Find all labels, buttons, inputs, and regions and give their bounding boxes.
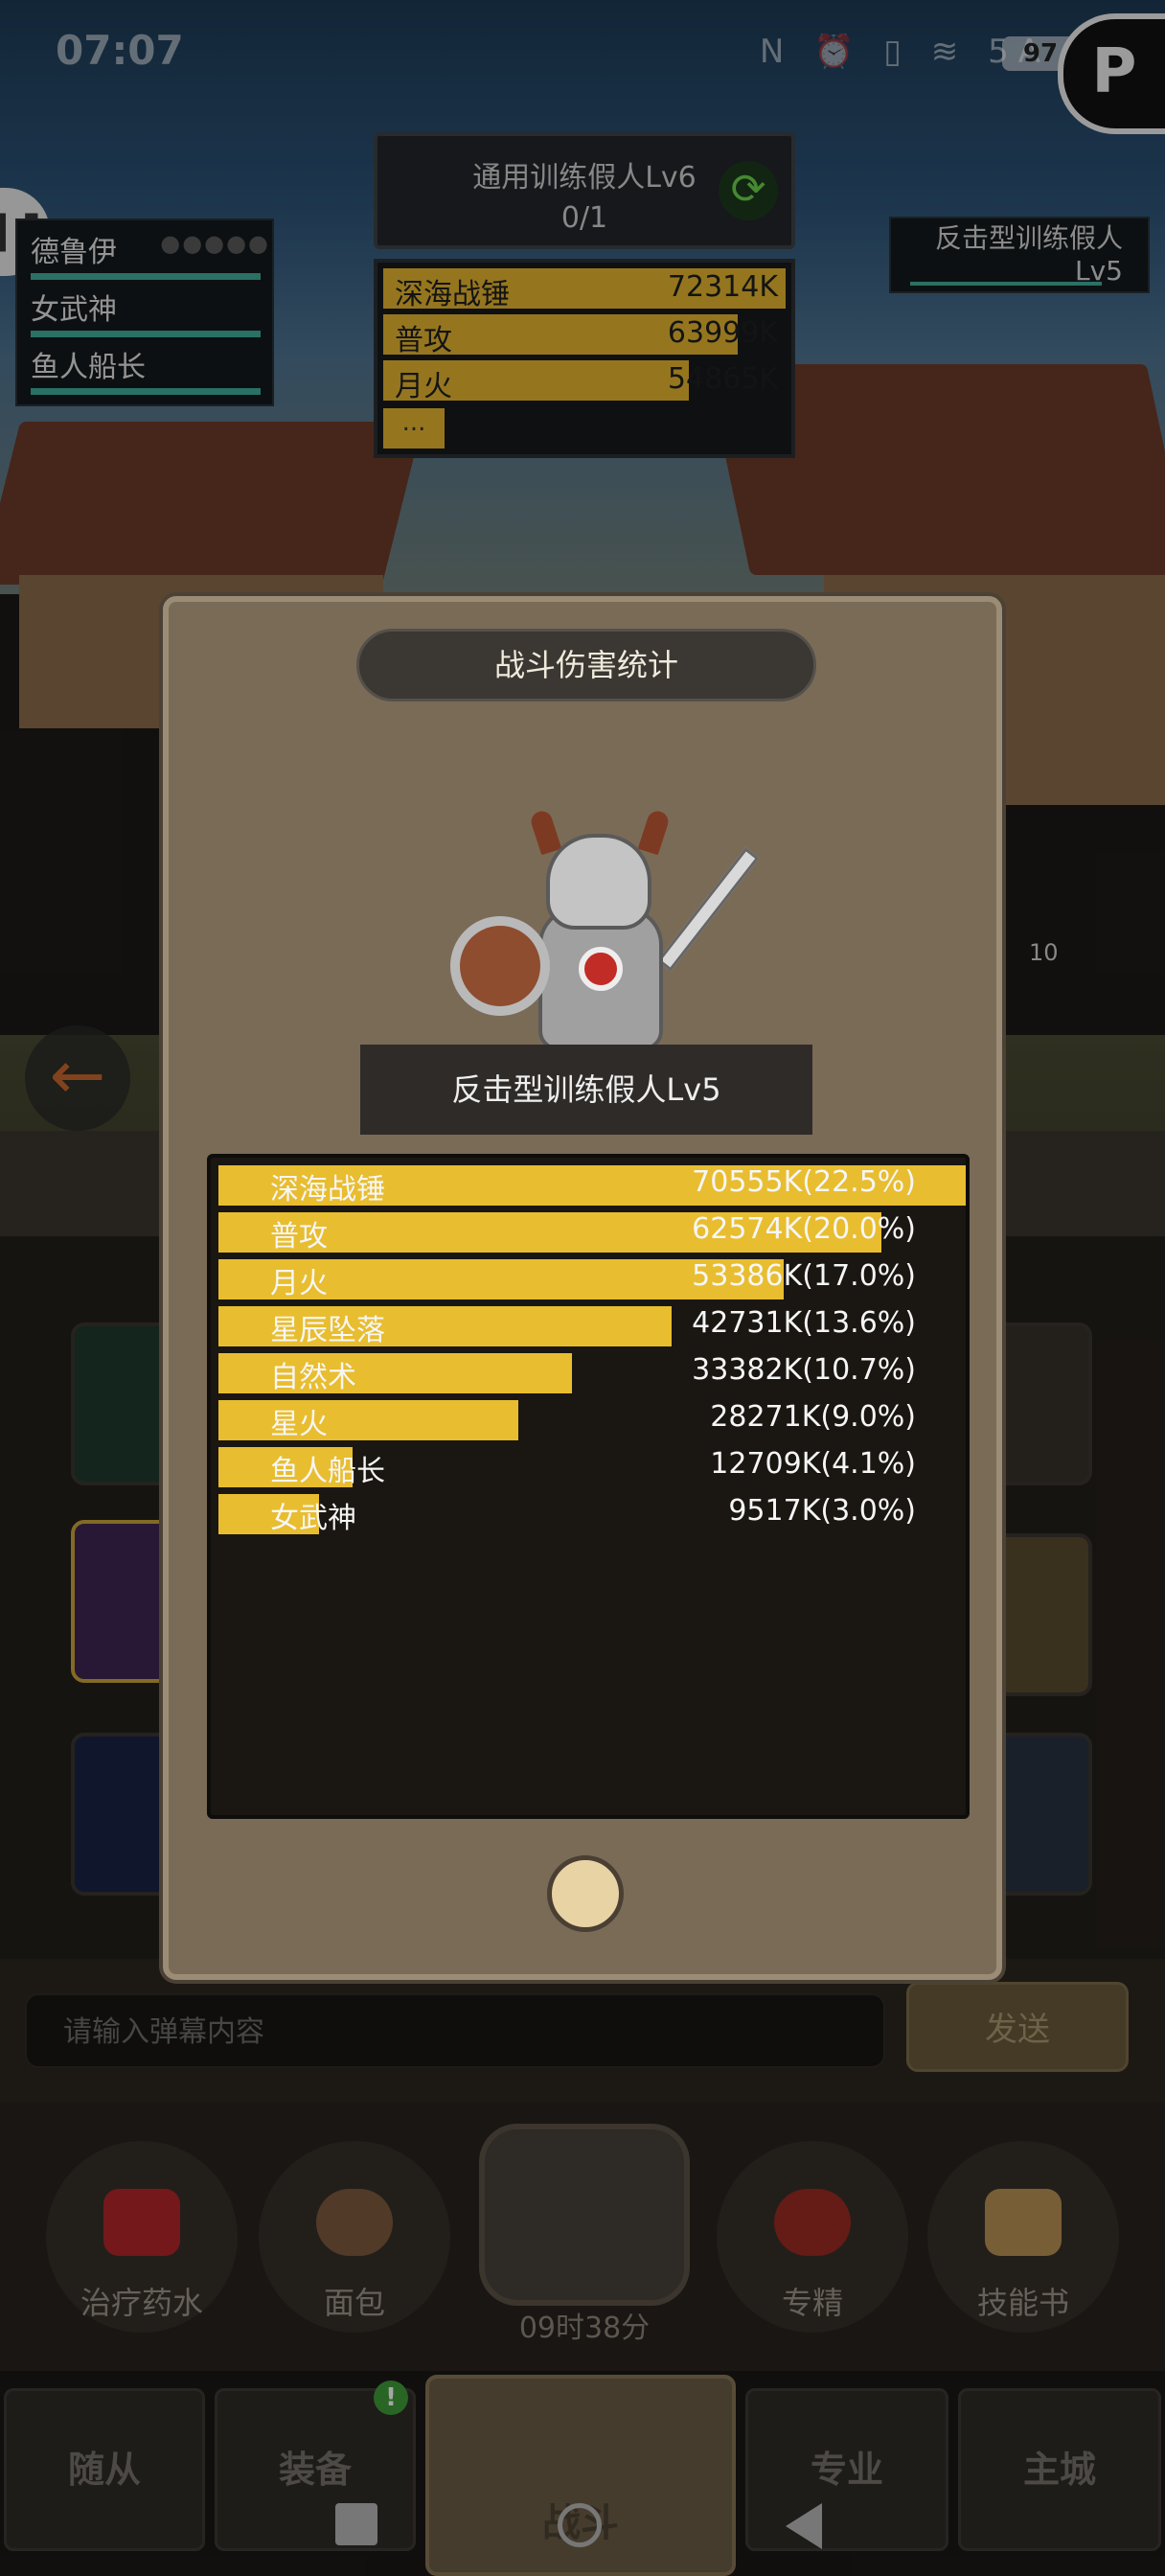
damage-row: 女武神 9517K(3.0%) [218,1492,966,1535]
damage-row: 月火 53386K(17.0%) [218,1257,966,1300]
damage-source-name: 普攻 [270,1220,328,1254]
damage-stats-dialog: 战斗伤害统计 反击型训练假人Lv5 深海战锤 70555K(22.5%) 普攻 … [163,596,1002,1980]
helmet-horn [528,808,562,856]
damage-bar [218,1400,518,1440]
damage-source-name: 星辰坠落 [270,1314,385,1347]
helmet-horn [637,808,672,856]
sword [656,847,760,972]
close-dialog-button[interactable] [547,1855,624,1932]
damage-value: 12709K(4.1%) [710,1447,916,1481]
dialog-title: 战斗伤害统计 [356,629,816,702]
damage-source-name: 月火 [270,1267,328,1300]
damage-source-name: 鱼人船长 [270,1455,385,1488]
damage-value: 70555K(22.5%) [692,1165,916,1199]
damage-row: 鱼人船长 12709K(4.1%) [218,1445,966,1488]
knight-helmet [546,834,651,930]
shield [450,916,550,1016]
damage-source-name: 女武神 [270,1502,356,1535]
damage-value: 28271K(9.0%) [710,1400,916,1434]
damage-value: 33382K(10.7%) [692,1353,916,1387]
damage-row: 星火 28271K(9.0%) [218,1398,966,1441]
knight-emblem [579,947,623,991]
damage-value: 62574K(20.0%) [692,1212,916,1246]
damage-source-name: 深海战锤 [270,1173,385,1207]
training-dummy-knight-image [446,803,760,1081]
damage-value: 9517K(3.0%) [728,1494,916,1528]
damage-row: 星辰坠落 42731K(13.6%) [218,1304,966,1347]
damage-source-name: 星火 [270,1408,328,1441]
damage-row: 深海战锤 70555K(22.5%) [218,1163,966,1207]
damage-row: 普攻 62574K(20.0%) [218,1210,966,1254]
damage-value: 53386K(17.0%) [692,1259,916,1293]
damage-value: 42731K(13.6%) [692,1306,916,1340]
damage-source-name: 自然术 [270,1361,356,1394]
target-name-label: 反击型训练假人Lv5 [360,1045,812,1135]
damage-stats-list: 深海战锤 70555K(22.5%) 普攻 62574K(20.0%) 月火 5… [207,1154,970,1819]
game-screen: 07:07 N ⏰ ▯ ≋ 5A 97 P 通用训练假人Lv6 0/1 ⟳ 深海… [0,0,1165,2576]
damage-row: 自然术 33382K(10.7%) [218,1351,966,1394]
